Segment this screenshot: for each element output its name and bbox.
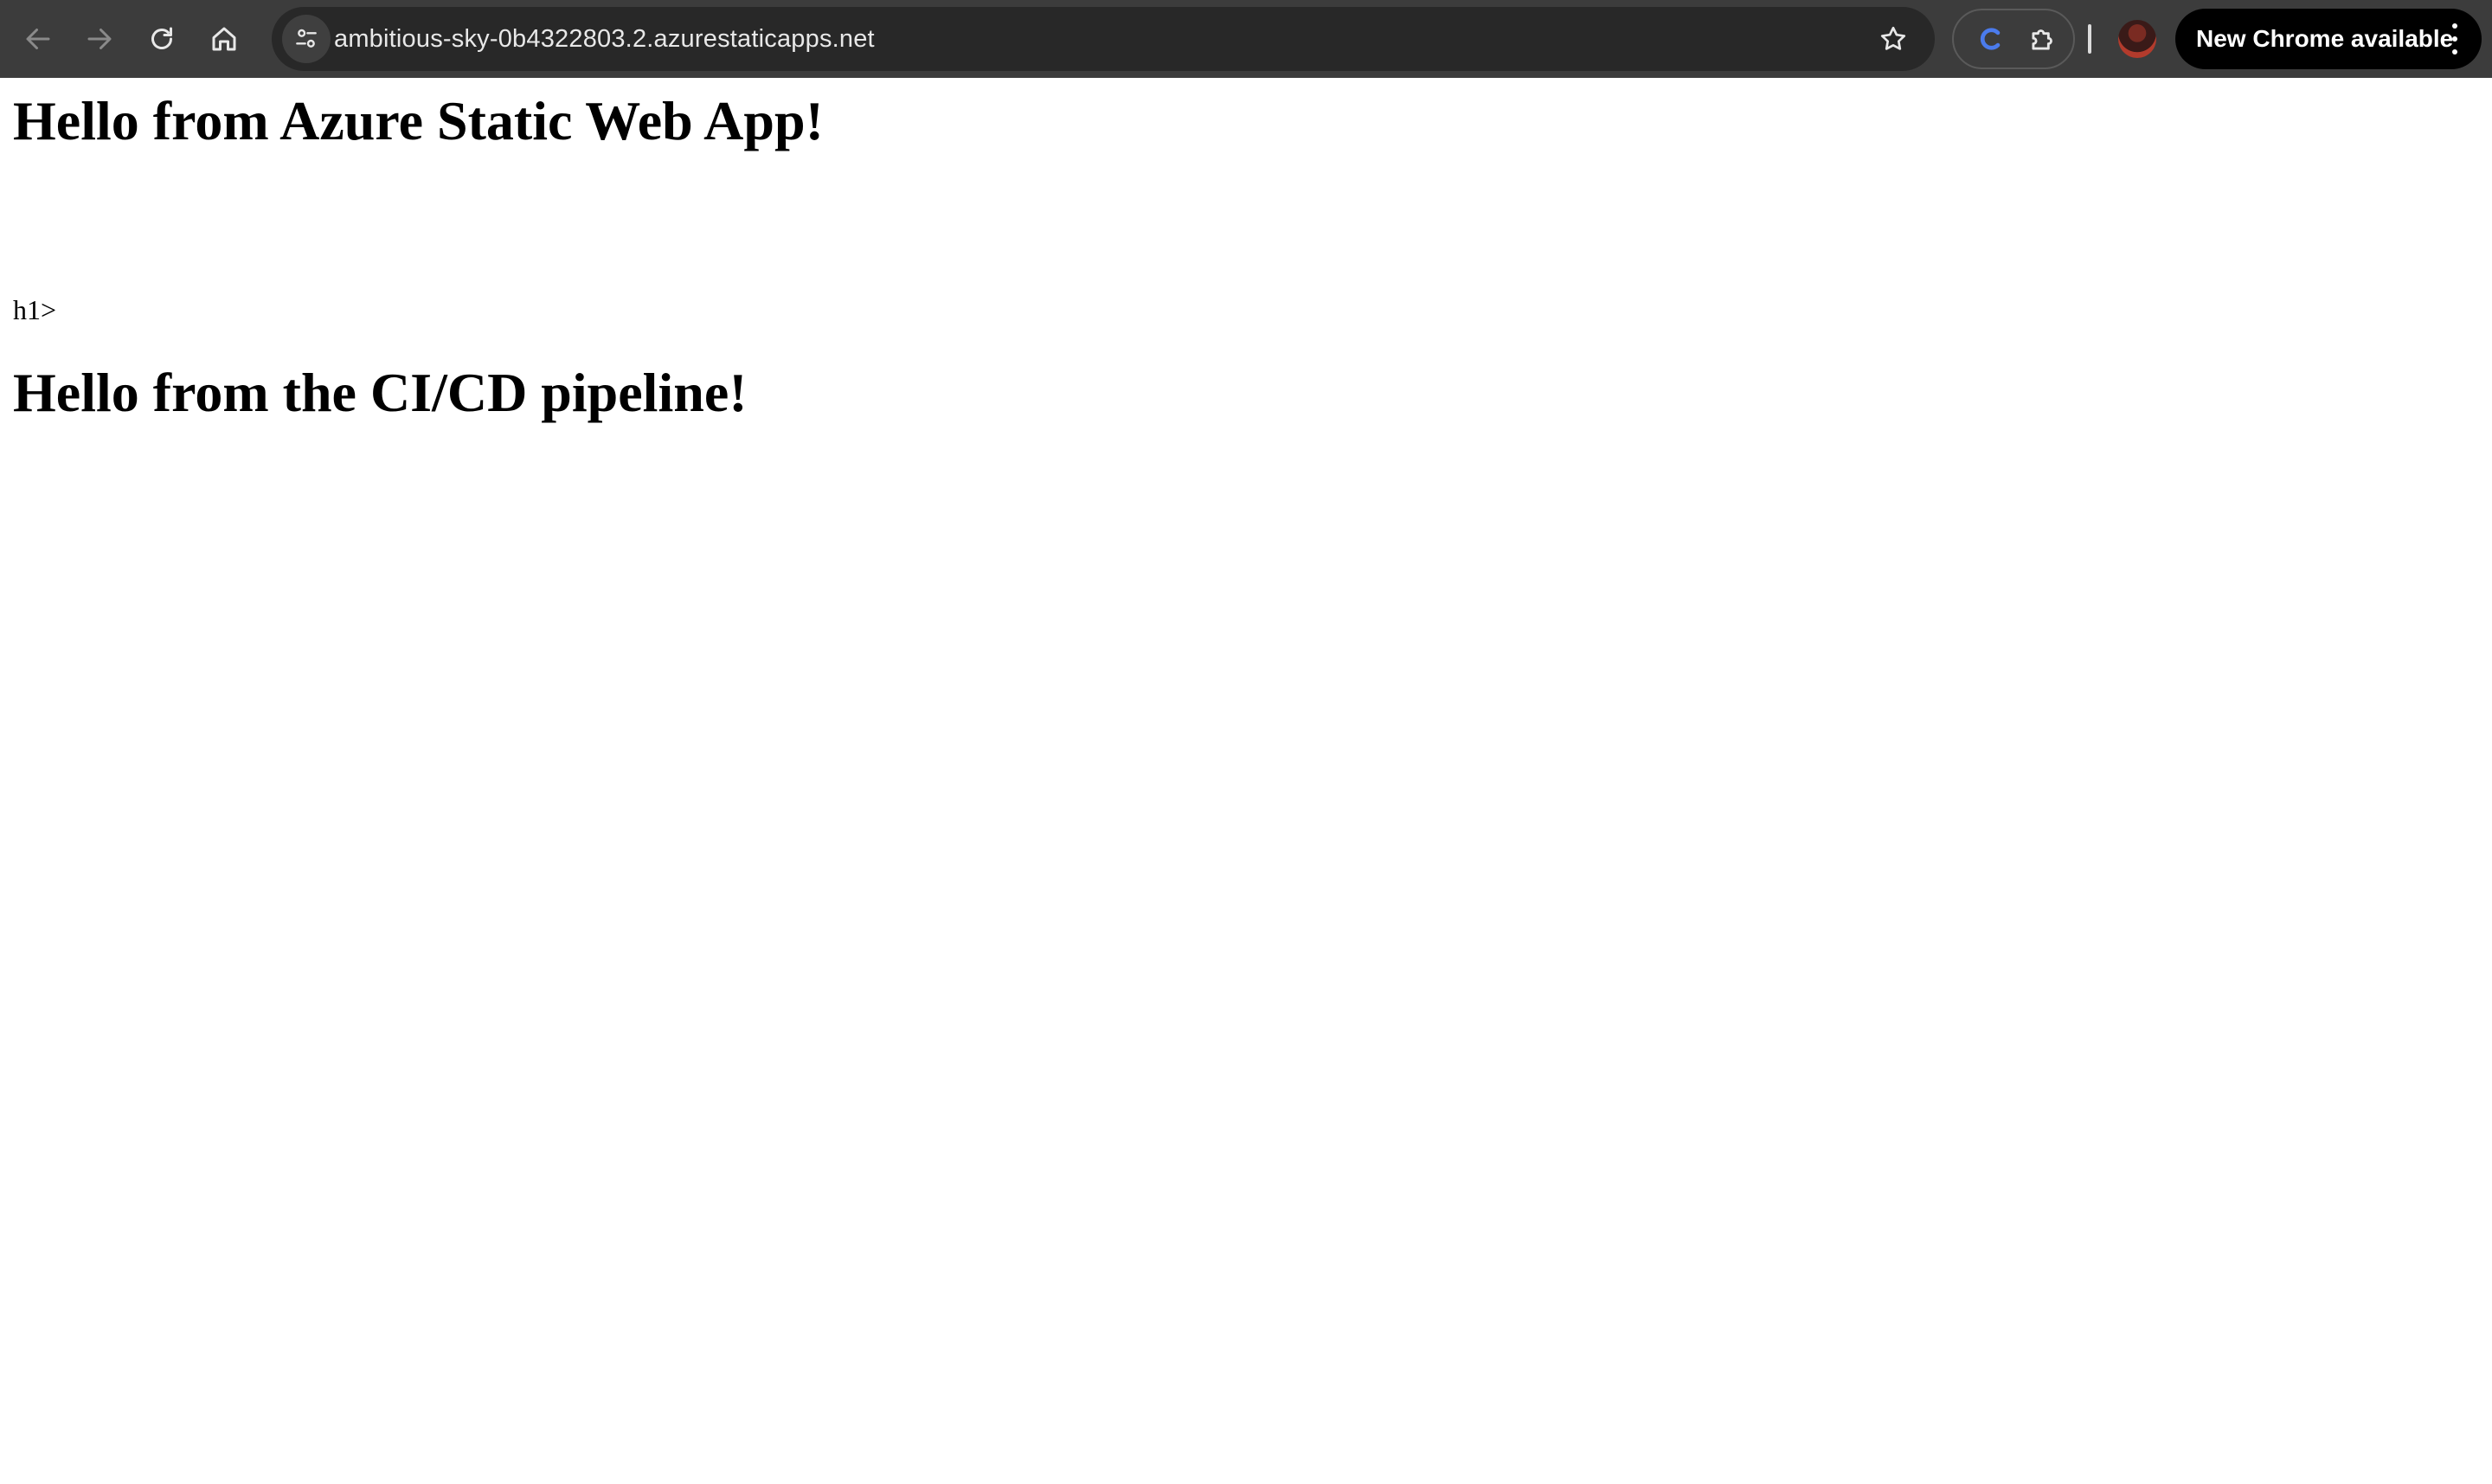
c-extension-button[interactable] — [1973, 21, 2009, 57]
url-text[interactable]: ambitious-sky-0b4322803.2.azurestaticapp… — [334, 7, 875, 71]
toolbar-separator — [2088, 24, 2091, 54]
new-chrome-available-button[interactable]: New Chrome available — [2175, 9, 2482, 69]
extensions-group — [1952, 9, 2075, 69]
extensions-button[interactable] — [2025, 21, 2061, 57]
bookmark-button[interactable] — [1874, 20, 1912, 58]
home-button[interactable] — [200, 15, 248, 63]
update-button-label: New Chrome available — [2196, 25, 2454, 52]
home-icon — [212, 27, 236, 51]
page-content: Hello from Azure Static Web App! h1> Hel… — [0, 78, 2492, 1484]
arrow-right-icon — [87, 29, 112, 49]
arrow-left-icon — [26, 29, 50, 49]
kebab-menu-icon[interactable] — [2449, 23, 2461, 55]
page-heading-pipeline: Hello from the CI/CD pipeline! — [13, 362, 748, 423]
c-extension-icon — [1980, 28, 2001, 50]
forward-button[interactable] — [75, 15, 124, 63]
avatar[interactable] — [2118, 20, 2156, 58]
back-button[interactable] — [14, 15, 62, 63]
tune-icon — [296, 29, 317, 48]
stray-text: h1> — [13, 294, 57, 325]
site-info-button[interactable] — [282, 15, 331, 63]
address-bar[interactable]: ambitious-sky-0b4322803.2.azurestaticapp… — [272, 7, 1935, 71]
puzzle-icon — [2032, 29, 2052, 50]
page-heading-azure: Hello from Azure Static Web App! — [13, 90, 824, 151]
browser-toolbar: ambitious-sky-0b4322803.2.azurestaticapp… — [0, 0, 2492, 78]
reload-icon — [151, 27, 172, 49]
star-icon — [1880, 26, 1906, 50]
reload-button[interactable] — [138, 15, 186, 63]
